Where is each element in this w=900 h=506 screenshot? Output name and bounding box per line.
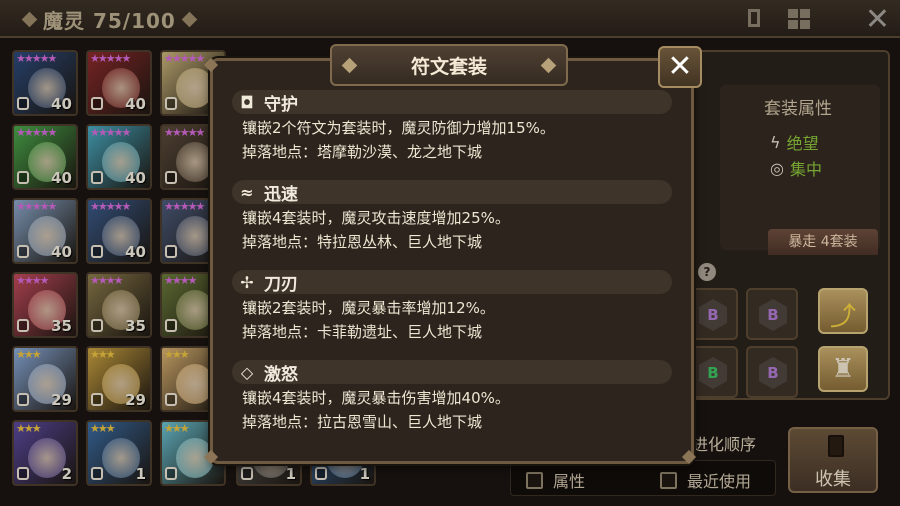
set-effect: 镶嵌2套装时，魔灵暴击率增加12%。 <box>242 299 495 317</box>
set-header: ✢ 刀刃 <box>232 270 672 295</box>
set-header: ◇ 激怒 <box>232 360 672 385</box>
set-name: 激怒 <box>264 364 298 385</box>
set-header: ◘ 守护 <box>232 90 672 115</box>
swift-rune-icon: ≈ <box>240 182 254 202</box>
diamond-right-icon <box>540 57 557 73</box>
set-drop-location: 掉落地点：塔摩勒沙漠、龙之地下城 <box>242 143 483 161</box>
set-effect: 镶嵌4套装时，魔灵暴击伤害增加40%。 <box>242 389 510 407</box>
set-blade: ✢ 刀刃 镶嵌2套装时，魔灵暴击率增加12%。 掉落地点：卡菲勒遗址、巨人地下城 <box>232 270 672 342</box>
set-effect: 镶嵌2个符文为套装时，魔灵防御力增加15%。 <box>242 119 555 137</box>
set-drop-location: 掉落地点：卡菲勒遗址、巨人地下城 <box>242 323 483 341</box>
close-button[interactable]: ✕ <box>658 46 702 88</box>
set-rage: ◇ 激怒 镶嵌4套装时，魔灵暴击伤害增加40%。 掉落地点：拉古恩雪山、巨人地下… <box>232 360 672 432</box>
rage-rune-icon: ◇ <box>240 362 254 382</box>
guard-rune-icon: ◘ <box>240 92 254 112</box>
set-name: 守护 <box>264 94 298 115</box>
set-drop-location: 掉落地点：拉古恩雪山、巨人地下城 <box>242 413 483 431</box>
dialog-header: 符文套装 <box>330 44 568 86</box>
dialog-title: 符文套装 <box>410 55 487 78</box>
set-swift: ≈ 迅速 镶嵌4套装时，魔灵攻击速度增加25%。 掉落地点：特拉恩丛林、巨人地下… <box>232 180 672 252</box>
set-guard: ◘ 守护 镶嵌2个符文为套装时，魔灵防御力增加15%。 掉落地点：塔摩勒沙漠、龙… <box>232 90 672 162</box>
set-name: 刀刃 <box>264 274 298 295</box>
set-drop-location: 掉落地点：特拉恩丛林、巨人地下城 <box>242 233 483 251</box>
diamond-left-icon <box>341 57 358 73</box>
blade-rune-icon: ✢ <box>240 272 254 292</box>
set-header: ≈ 迅速 <box>232 180 672 205</box>
set-name: 迅速 <box>264 184 298 205</box>
set-effect: 镶嵌4套装时，魔灵攻击速度增加25%。 <box>242 209 510 227</box>
